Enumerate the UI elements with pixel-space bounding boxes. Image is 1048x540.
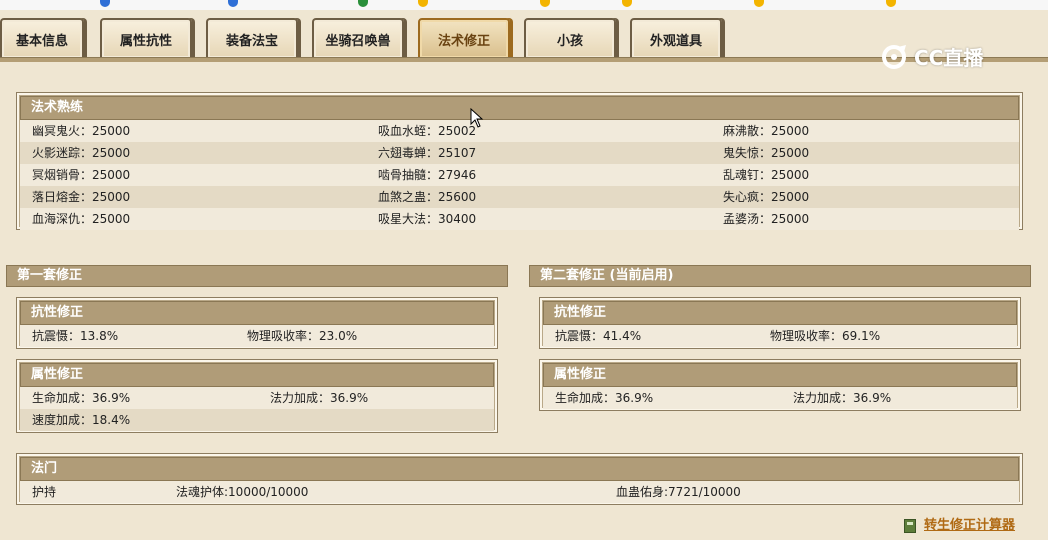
mastery-row: 落日熔金：25000 血煞之蛊：25600 失心疯：25000 (20, 186, 1019, 208)
set1-attr-row: 生命加成：36.9% 法力加成：36.9% (20, 387, 494, 409)
tab-basic-info[interactable]: 基本信息 (0, 18, 84, 58)
set2-resist-title: 抗性修正 (543, 301, 1017, 325)
logo-text: CC直播 (914, 45, 984, 70)
set1-attr-row: 速度加成：18.4% (20, 409, 494, 431)
tab-equipment[interactable]: 装备法宝 (206, 18, 298, 58)
rebirth-calculator-link[interactable]: 转生修正计算器 (904, 516, 1015, 536)
calculator-icon (904, 519, 916, 533)
mastery-cell: 六翅毒蝉：25107 (378, 146, 477, 160)
set2-resist-item: 物理吸收率：69.1% (770, 329, 881, 343)
mastery-cell: 吸血水蛭：25002 (378, 124, 477, 138)
mastery-cell: 落日熔金：25000 (32, 190, 131, 204)
set1-resist-item: 抗震慑：13.8% (32, 329, 119, 343)
bookmark-icon[interactable] (418, 0, 428, 7)
set2-resist-panel: 抗性修正 抗震慑：41.4% 物理吸收率：69.1% (539, 297, 1021, 349)
mastery-cell: 孟婆汤：25000 (723, 212, 810, 226)
tab-child[interactable]: 小孩 (524, 18, 616, 58)
bookmark-icon[interactable] (100, 0, 110, 7)
mastery-cell: 冥烟销骨：25000 (32, 168, 131, 182)
famen-title: 法门 (20, 457, 1019, 481)
tab-attributes-resist[interactable]: 属性抗性 (100, 18, 192, 58)
cc-live-logo: CC直播 (880, 40, 1020, 72)
set1-attr-item: 生命加成：36.9% (32, 391, 131, 405)
tab-appearance[interactable]: 外观道具 (630, 18, 722, 58)
mastery-cell: 吸星大法：30400 (378, 212, 477, 226)
set2-attr-title: 属性修正 (543, 363, 1017, 387)
tab-spell-correction[interactable]: 法术修正 (418, 18, 510, 58)
cc-logo-icon (882, 45, 906, 69)
bookmark-icon[interactable] (754, 0, 764, 7)
spell-mastery-title: 法术熟练 (20, 96, 1019, 120)
mastery-cell: 火影迷踪：25000 (32, 146, 131, 160)
mastery-cell: 麻沸散：25000 (723, 124, 810, 138)
mastery-cell: 啮骨抽髓：27946 (378, 168, 477, 182)
bookmark-icon[interactable] (886, 0, 896, 7)
famen-row: 护持 法魂护体:10000/10000 血蛊佑身:7721/10000 (20, 481, 1019, 503)
set1-attr-title: 属性修正 (20, 363, 494, 387)
set2-attr-row: 生命加成：36.9% 法力加成：36.9% (543, 387, 1017, 409)
rebirth-calculator-label: 转生修正计算器 (924, 518, 1016, 533)
mouse-cursor-icon (470, 108, 484, 128)
bookmark-icon[interactable] (622, 0, 632, 7)
set1-title: 第一套修正 (6, 265, 508, 287)
spell-mastery-panel: 法术熟练 幽冥鬼火：25000 吸血水蛭：25002 麻沸散：25000 火影迷… (16, 92, 1023, 230)
set1-resist-item: 物理吸收率：23.0% (247, 329, 358, 343)
set2-title: 第二套修正 (当前启用) (529, 265, 1031, 287)
mastery-row: 火影迷踪：25000 六翅毒蝉：25107 鬼失惊：25000 (20, 142, 1019, 164)
mastery-cell: 乱魂钉：25000 (723, 168, 810, 182)
famen-item: 护持 (32, 485, 57, 499)
bookmark-icon[interactable] (358, 0, 368, 7)
mastery-cell: 血海深仇：25000 (32, 212, 131, 226)
mastery-cell: 鬼失惊：25000 (723, 146, 810, 160)
set1-resist-row: 抗震慑：13.8% 物理吸收率：23.0% (20, 325, 494, 347)
set2-attr-panel: 属性修正 生命加成：36.9% 法力加成：36.9% (539, 359, 1021, 411)
tab-mounts-pets[interactable]: 坐骑召唤兽 (312, 18, 404, 58)
set2-attr-item: 法力加成：36.9% (793, 391, 892, 405)
mastery-row: 幽冥鬼火：25000 吸血水蛭：25002 麻沸散：25000 (20, 120, 1019, 142)
mastery-row: 血海深仇：25000 吸星大法：30400 孟婆汤：25000 (20, 208, 1019, 230)
set2-resist-row: 抗震慑：41.4% 物理吸收率：69.1% (543, 325, 1017, 347)
set2-attr-item: 生命加成：36.9% (555, 391, 654, 405)
mastery-cell: 失心疯：25000 (723, 190, 810, 204)
set1-resist-panel: 抗性修正 抗震慑：13.8% 物理吸收率：23.0% (16, 297, 498, 349)
set2-resist-item: 抗震慑：41.4% (555, 329, 642, 343)
set1-resist-title: 抗性修正 (20, 301, 494, 325)
bookmark-icon[interactable] (228, 0, 238, 7)
set1-attr-item: 法力加成：36.9% (270, 391, 369, 405)
famen-panel: 法门 护持 法魂护体:10000/10000 血蛊佑身:7721/10000 (16, 453, 1023, 505)
set1-attr-item: 速度加成：18.4% (32, 413, 131, 427)
bookmark-icon[interactable] (540, 0, 550, 7)
set1-attr-panel: 属性修正 生命加成：36.9% 法力加成：36.9% 速度加成：18.4% (16, 359, 498, 433)
mastery-cell: 幽冥鬼火：25000 (32, 124, 131, 138)
famen-item: 血蛊佑身:7721/10000 (616, 485, 741, 499)
mastery-cell: 血煞之蛊：25600 (378, 190, 477, 204)
famen-item: 法魂护体:10000/10000 (176, 485, 309, 499)
mastery-row: 冥烟销骨：25000 啮骨抽髓：27946 乱魂钉：25000 (20, 164, 1019, 186)
